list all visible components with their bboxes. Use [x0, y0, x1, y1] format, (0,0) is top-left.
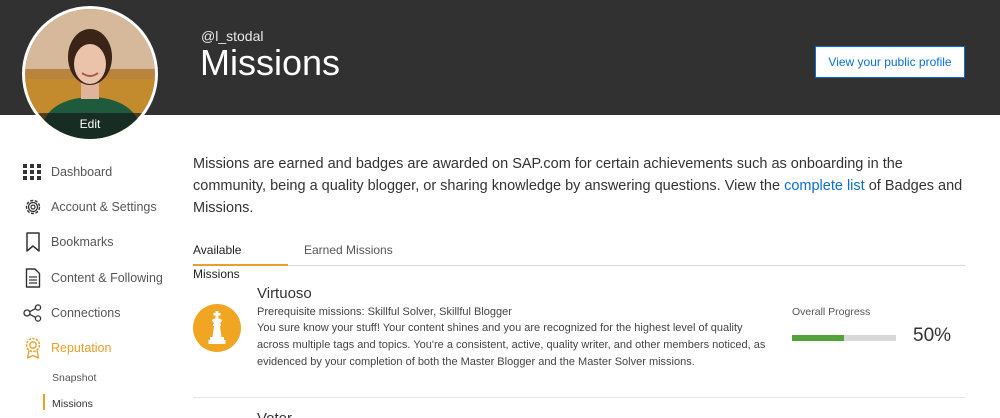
- progress-label: Overall Progress: [792, 306, 871, 318]
- progress-bar: [792, 335, 896, 341]
- complete-list-link[interactable]: complete list: [784, 178, 865, 194]
- sidebar-item-label: Connections: [51, 306, 121, 320]
- sidebar-item-label: Content & Following: [51, 271, 163, 285]
- avatar-photo: Edit: [25, 9, 155, 139]
- grid-icon: [22, 161, 44, 183]
- avatar[interactable]: Edit: [22, 6, 158, 142]
- view-public-profile-button[interactable]: View your public profile: [815, 46, 965, 78]
- mission-title: Virtuoso: [257, 285, 312, 302]
- profile-header: Edit @l_stodal Missions View your public…: [0, 0, 1000, 142]
- sidebar-item-label: Bookmarks: [51, 235, 114, 249]
- active-indicator: [43, 394, 45, 410]
- avatar-edit-button[interactable]: Edit: [25, 113, 155, 139]
- mission-card: Virtuoso Prerequisite missions: Skillful…: [193, 280, 965, 398]
- sidebar-item-connections[interactable]: Connections: [22, 301, 182, 325]
- sidebar-item-dashboard[interactable]: Dashboard: [22, 160, 182, 184]
- page-title: Missions: [200, 42, 341, 83]
- award-icon: [22, 337, 44, 359]
- sidebar-item-account-settings[interactable]: Account & Settings: [22, 195, 182, 219]
- chess-king-icon: [193, 304, 241, 352]
- sidebar-item-content-following[interactable]: Content & Following: [22, 266, 182, 290]
- tab-available-missions[interactable]: Available Missions: [193, 238, 288, 281]
- sidebar-item-label: Dashboard: [51, 165, 113, 179]
- network-icon: [22, 302, 44, 324]
- sidebar-item-bookmarks[interactable]: Bookmarks: [22, 230, 182, 254]
- sidebar-item-reputation[interactable]: Reputation: [22, 336, 182, 360]
- sidebar-item-label: Account & Settings: [51, 200, 157, 214]
- sidebar-subitem-missions[interactable]: Missions: [52, 398, 93, 410]
- progress-value: 50%: [913, 325, 952, 346]
- document-icon: [22, 267, 44, 289]
- sidebar-subitem-snapshot[interactable]: Snapshot: [52, 372, 96, 384]
- gear-icon: [22, 196, 44, 218]
- sidebar-item-label: Reputation: [51, 341, 112, 355]
- progress-bar-fill: [792, 335, 844, 341]
- mission-prerequisites: Prerequisite missions: Skillful Solver, …: [257, 306, 512, 318]
- tab-earned-missions[interactable]: Earned Missions: [304, 238, 393, 266]
- bookmark-icon: [22, 231, 44, 253]
- mission-tabs: Available Missions Earned Missions: [193, 238, 965, 281]
- mission-description: You sure know your stuff! Your content s…: [257, 322, 766, 368]
- intro-paragraph: Missions are earned and badges are award…: [193, 153, 973, 219]
- mission-title: Voter: [257, 410, 292, 418]
